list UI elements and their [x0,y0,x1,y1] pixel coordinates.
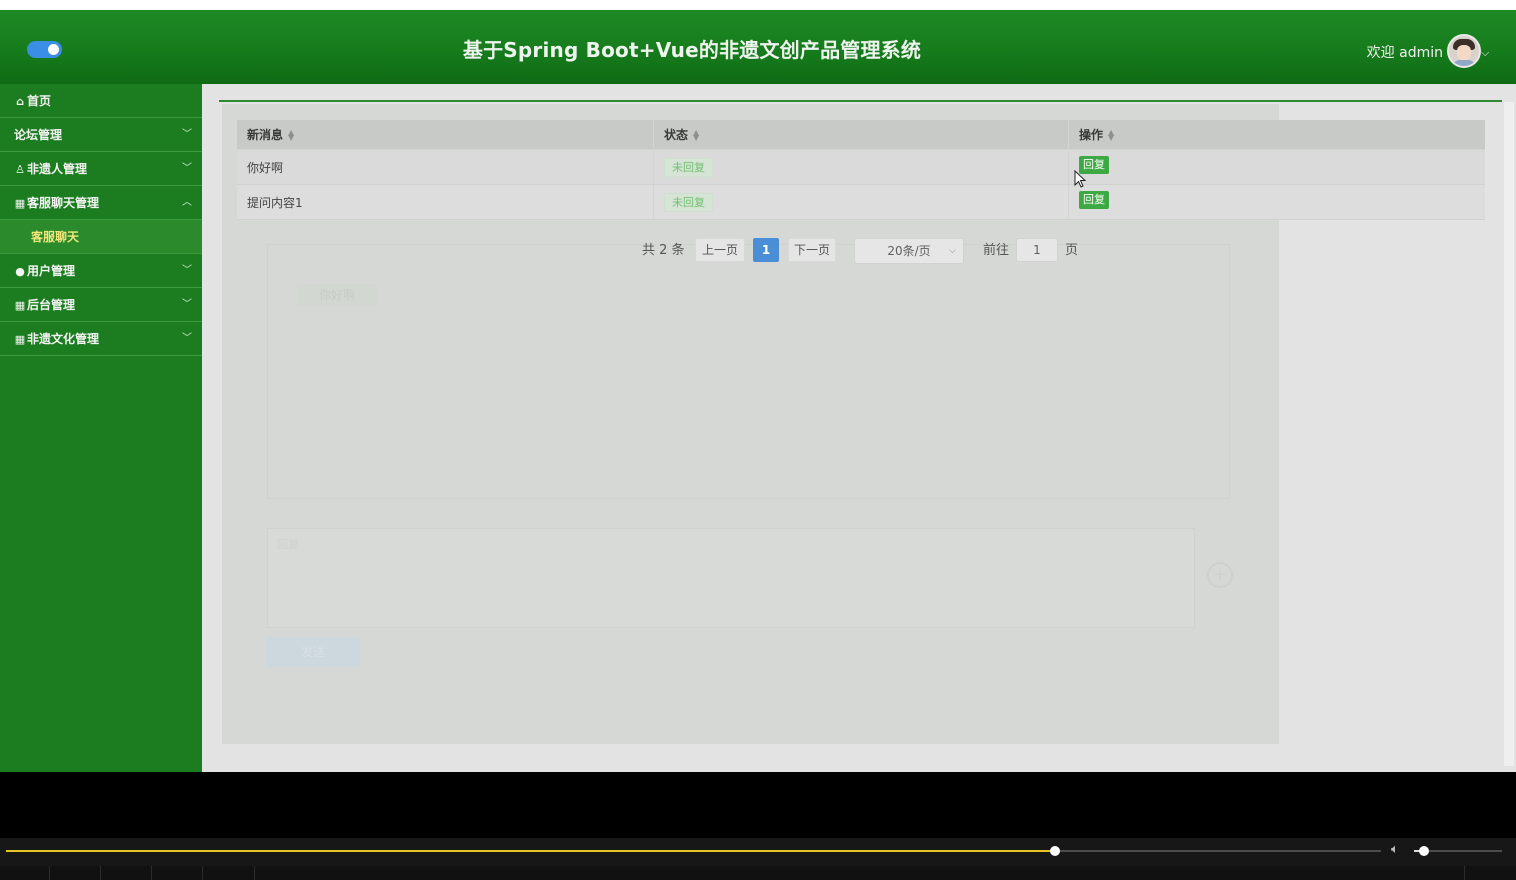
sort-icon[interactable]: ▲ ▼ [288,128,294,141]
total-count: 共 2 条 [642,243,685,258]
page-suffix: 页 [1065,243,1079,258]
goto-label: 前往 [983,243,1010,258]
reply-textarea[interactable] [267,528,1195,628]
status-badge: 未回复 [664,192,713,212]
player-control-segment[interactable] [50,866,101,880]
avatar-face [1457,45,1471,60]
chevron-down-icon: ﹀ [182,299,192,310]
goto-page-input[interactable]: 1 [1016,238,1058,262]
column-label: 操作 [1079,128,1104,142]
player-controls [0,866,1516,880]
app-title: 基于Spring Boot+Vue的非遗文创产品管理系统 [462,38,922,62]
seek-handle[interactable] [1050,846,1061,856]
status-badge: 未回复 [664,157,713,177]
page-size-value: 20条/页 [887,244,931,258]
message-cell: 提问内容1 [237,185,654,219]
player-control-segment[interactable] [0,866,50,880]
sidebar: ⌂ 首页 论坛管理 ﹀ ♙ 非遗人管理 ﹀ ▦ 客服聊天管理 ︿ 客服聊天 ● 用户管理… [0,84,202,772]
volume-icon[interactable]: 🔈︎ [1391,842,1399,857]
person-icon: ● [15,265,25,278]
player-control-segment[interactable] [101,866,152,880]
app-window: 基于Spring Boot+Vue的非遗文创产品管理系统 欢迎 admin ⌵ … [0,10,1516,772]
volume-handle[interactable] [1418,846,1429,856]
sidebar-subitem-chat[interactable]: 客服聊天 [0,220,202,254]
table-row: 提问内容1 未回复 回复 [237,185,1485,220]
status-cell: 未回复 [654,185,1069,219]
sidebar-item-heritage-culture[interactable]: ▦ 非遗文化管理 ﹀ [0,322,202,356]
screen: 基于Spring Boot+Vue的非遗文创产品管理系统 欢迎 admin ⌵ … [0,0,1516,880]
seek-progress [6,850,1056,852]
sidebar-item-user-management[interactable]: ● 用户管理 ﹀ [0,254,202,288]
send-button[interactable]: 发送 [266,637,360,667]
sidebar-item-backend-management[interactable]: ▦ 后台管理 ﹀ [0,288,202,322]
mouse-cursor-icon [1074,170,1086,188]
player-control-segment[interactable] [152,866,203,880]
sidebar-item-label: 客服聊天管理 [27,196,100,210]
user-icon: ♙ [15,163,25,176]
sidebar-item-chat-management[interactable]: ▦ 客服聊天管理 ︿ [0,186,202,220]
chevron-down-icon: ﹀ [182,265,192,276]
prev-page-button[interactable]: 上一页 [695,238,745,262]
column-header-message[interactable]: 新消息 ▲ ▼ [237,120,654,149]
sidebar-item-label: 用户管理 [27,264,76,278]
chevron-down-icon: ﹀ [182,333,192,344]
column-header-action[interactable]: 操作 ▲ ▼ [1069,120,1485,149]
top-header: 基于Spring Boot+Vue的非遗文创产品管理系统 欢迎 admin ⌵ [0,10,1516,84]
sidebar-item-label: 后台管理 [27,298,76,312]
user-avatar[interactable] [1447,34,1481,68]
content-top-divider [219,100,1502,102]
sidebar-item-label: 非遗文化管理 [27,332,100,346]
home-icon: ⌂ [16,95,24,108]
add-attachment-icon[interactable]: + [1207,562,1233,588]
sidebar-item-label: 首页 [27,94,52,108]
action-cell: 回复 [1069,150,1485,184]
sort-icon[interactable]: ▲ ▼ [1108,128,1114,141]
next-page-button[interactable]: 下一页 [788,238,836,262]
column-label: 新消息 [247,128,284,142]
chat-history-box [267,244,1230,499]
message-cell: 你好啊 [237,150,654,184]
chevron-up-icon: ︿ [182,197,192,208]
page-number-current[interactable]: 1 [753,238,779,262]
column-header-status[interactable]: 状态 ▲ ▼ [654,120,1069,149]
welcome-text: 欢迎 admin [1366,45,1443,61]
player-control-segment[interactable] [1464,866,1465,880]
grid-icon: ▦ [14,197,26,210]
top-window-strip [0,0,1516,10]
sort-icon[interactable]: ▲ ▼ [693,128,699,141]
action-cell: 回复 [1069,185,1485,219]
reply-button[interactable]: 回复 [1079,191,1109,209]
sidebar-item-forum[interactable]: 论坛管理 ﹀ [0,118,202,152]
chevron-down-icon[interactable]: ⌵ [1481,46,1489,60]
column-label: 状态 [664,128,689,142]
page-size-select[interactable]: 20条/页 ⌵ [854,238,964,264]
content-scrollbar[interactable] [1504,102,1514,766]
chat-message-bubble: 你好啊 [297,284,377,306]
sidebar-item-label: 客服聊天 [31,230,80,244]
table-row: 你好啊 未回复 回复 [237,150,1485,185]
avatar-shirt [1452,60,1476,66]
reply-placeholder: 回复 [277,538,299,551]
chevron-down-icon: ﹀ [182,129,192,140]
message-table: 新消息 ▲ ▼ 状态 ▲ ▼ 操作 ▲ ▼ 你好啊 未回复 回复 提问内容1 未回复 回复 [237,120,1485,220]
sidebar-item-home[interactable]: ⌂ 首页 [0,84,202,118]
main-content: 回复 × 你好啊 回复 + 发送 新消息▲▼ 状态▲▼ 操作▲▼ 你好啊 未回复 [202,84,1516,772]
chevron-down-icon: ⌵ [949,246,956,256]
table-header: 新消息 ▲ ▼ 状态 ▲ ▼ 操作 ▲ ▼ [237,120,1485,150]
grid-icon: ▦ [14,299,26,312]
sidebar-item-label: 论坛管理 [14,128,63,142]
sidebar-item-label: 非遗人管理 [27,162,88,176]
chevron-down-icon: ﹀ [182,163,192,174]
video-player-bar: 🔈︎ [0,838,1516,880]
player-control-segment[interactable] [203,866,255,880]
grid-icon: ▦ [14,333,26,346]
status-cell: 未回复 [654,150,1069,184]
sidebar-item-heritage-people[interactable]: ♙ 非遗人管理 ﹀ [0,152,202,186]
